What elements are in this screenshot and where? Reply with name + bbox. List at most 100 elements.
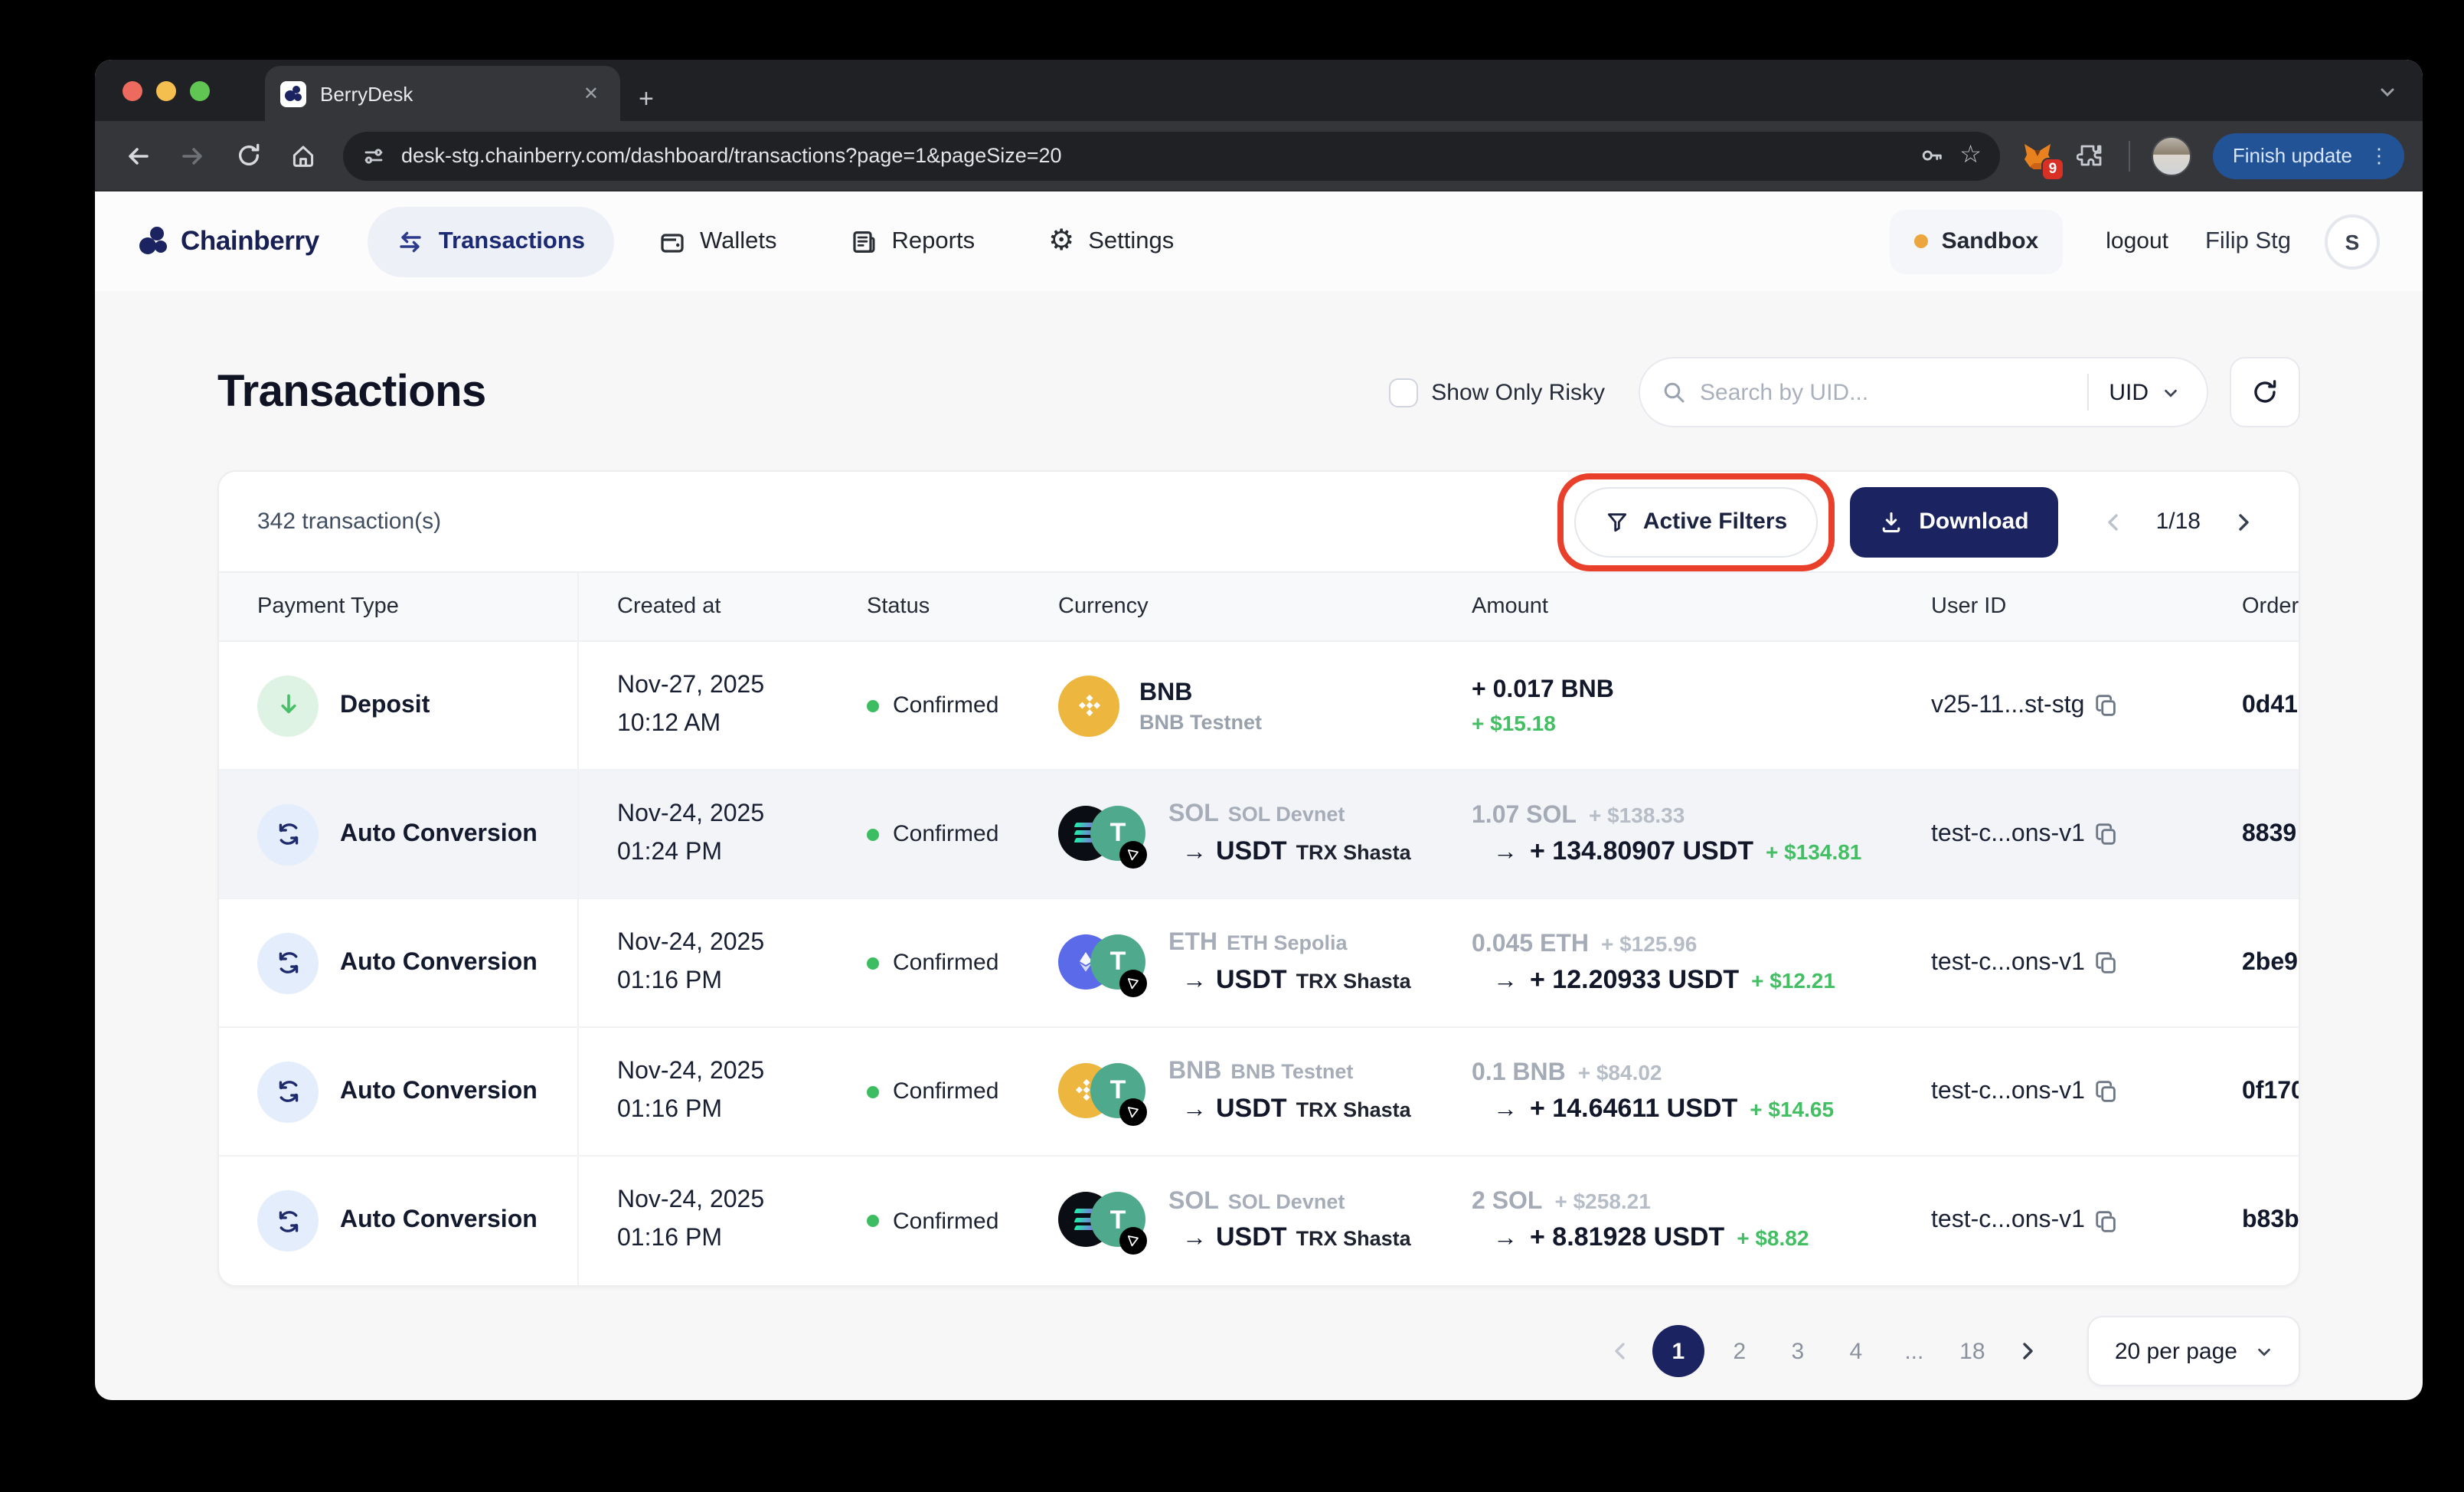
currency-cell: BNB BNB Testnet [1020, 642, 1433, 769]
pagination-page-1[interactable]: 1 [1652, 1325, 1704, 1377]
browser-profile-avatar[interactable] [2151, 136, 2191, 175]
active-filters-label: Active Filters [1642, 509, 1788, 535]
tab-search-chevron-icon[interactable] [2371, 75, 2404, 109]
tron-network-badge-icon [1119, 1227, 1147, 1255]
forward-icon[interactable] [168, 131, 217, 180]
url-text[interactable]: desk-stg.chainberry.com/dashboard/transa… [401, 144, 1903, 167]
nav-label: Wallets [700, 227, 777, 254]
table-row[interactable]: Auto Conversion Nov-24, 2025 01:24 PM Confi… [219, 771, 2299, 899]
metamask-extension-icon[interactable]: 9 [2015, 133, 2064, 180]
browser-window: BerryDesk ✕ + desk-stg.chainberry.com/da… [95, 60, 2423, 1400]
payment-type-label: Auto Conversion [340, 820, 538, 846]
nav-label: Settings [1088, 227, 1175, 254]
order-id-text: 0d41 [2242, 692, 2298, 718]
bookmark-star-icon[interactable]: ☆ [1959, 142, 1982, 168]
pagination-page-18[interactable]: 18 [1949, 1325, 1995, 1377]
swap-arrows-icon [397, 227, 425, 255]
search-field-select[interactable]: UID [2103, 379, 2185, 405]
new-tab-button[interactable]: + [620, 78, 672, 121]
url-bar[interactable]: desk-stg.chainberry.com/dashboard/transa… [343, 131, 2000, 180]
table-row[interactable]: Auto Conversion Nov-24, 2025 01:16 PM Confi… [219, 1028, 2299, 1157]
user-id-text: test-c...ons-v1 [1931, 949, 2085, 975]
logout-link[interactable]: logout [2106, 228, 2168, 254]
copy-icon[interactable] [2094, 1078, 2120, 1104]
sandbox-dot-icon [1913, 234, 1928, 248]
amount-cell: 2 SOL + $258.21 → + 8.81928 USDT + $8.82 [1433, 1157, 1893, 1285]
extensions-puzzle-icon[interactable] [2067, 133, 2113, 178]
close-window-button[interactable] [123, 80, 142, 100]
created-at: Nov-24, 2025 01:24 PM [617, 800, 765, 865]
table-row[interactable]: Auto Conversion Nov-24, 2025 01:16 PM Confi… [219, 899, 2299, 1028]
reload-icon[interactable] [224, 131, 273, 180]
pager-prev-icon[interactable] [2096, 505, 2130, 538]
active-filters-wrap: Active Filters [1557, 473, 1835, 571]
browser-titlebar: BerryDesk ✕ + [95, 60, 2423, 121]
browser-tab[interactable]: BerryDesk ✕ [265, 66, 620, 121]
user-id-cell: test-c...ons-v1 [1893, 1157, 2204, 1285]
card-toolbar: 342 transaction(s) Active Filters Downlo… [219, 472, 2299, 571]
coin-bnb-icon [1058, 675, 1119, 736]
currency-cell: T ETH ETH Sepolia → USDT TRX Shasta [1020, 899, 1433, 1026]
deposit-arrow-icon [257, 675, 319, 736]
status-cell: Confirmed [828, 1028, 1020, 1155]
active-filters-button[interactable]: Active Filters [1573, 486, 1819, 557]
user-avatar[interactable]: S [2325, 214, 2380, 269]
copy-icon[interactable] [2093, 692, 2119, 718]
back-icon[interactable] [113, 131, 162, 180]
show-only-risky-control: Show Only Risky [1388, 378, 1605, 407]
finish-update-button[interactable]: Finish update ⋮ [2212, 133, 2404, 178]
to-amount: → + 12.20933 USDT + $12.21 [1493, 964, 1835, 994]
currency-cell: T BNB BNB Testnet → USDT TRX Shasta [1020, 1028, 1433, 1155]
nav-item-settings[interactable]: ⚙ Settings [1019, 206, 1203, 276]
minimize-window-button[interactable] [156, 80, 176, 100]
status-badge: Confirmed [867, 1078, 998, 1104]
user-id-text: test-c...ons-v1 [1931, 1078, 2085, 1104]
refresh-button[interactable] [2230, 357, 2300, 427]
maximize-window-button[interactable] [190, 80, 210, 100]
per-page-select[interactable]: 20 per page [2087, 1316, 2300, 1386]
pagination-prev-icon[interactable] [1600, 1331, 1640, 1371]
pager-next-icon[interactable] [2227, 505, 2260, 538]
copy-icon[interactable] [2094, 1208, 2120, 1234]
nav-item-wallets[interactable]: Wallets [629, 206, 806, 276]
from-currency: SOL SOL Devnet [1168, 1188, 1345, 1215]
site-settings-icon[interactable] [361, 143, 386, 168]
transaction-count: 342 transaction(s) [257, 509, 442, 535]
status-label: Confirmed [893, 821, 999, 847]
chevron-down-icon [2165, 388, 2177, 397]
payment-type-cell: Auto Conversion [219, 899, 579, 1026]
pagination-page-2[interactable]: 2 [1717, 1325, 1763, 1377]
created-at: Nov-24, 2025 01:16 PM [617, 1058, 765, 1122]
created-at: Nov-27, 2025 10:12 AM [617, 672, 765, 736]
status-cell: Confirmed [828, 642, 1020, 769]
copy-icon[interactable] [2094, 821, 2120, 847]
nav-item-reports[interactable]: Reports [822, 206, 1005, 276]
payment-type-label: Auto Conversion [340, 1207, 538, 1233]
column-header-created-at: Created at [617, 594, 721, 619]
order-cell: 2be9 [2204, 899, 2299, 1026]
user-id-cell: test-c...ons-v1 [1893, 1028, 2204, 1155]
show-only-risky-checkbox[interactable] [1388, 378, 1418, 407]
pagination-page-4[interactable]: 4 [1833, 1325, 1879, 1377]
currency-text: BNB BNB Testnet → USDT TRX Shasta [1168, 1055, 1411, 1127]
home-icon[interactable] [279, 131, 328, 180]
tab-close-icon[interactable]: ✕ [577, 80, 605, 107]
status-dot-icon [867, 957, 879, 969]
nav-item-transactions[interactable]: Transactions [368, 206, 615, 276]
to-amount: → + 8.81928 USDT + $8.82 [1493, 1222, 1809, 1252]
show-only-risky-label: Show Only Risky [1431, 379, 1605, 405]
pagination-next-icon[interactable] [2008, 1331, 2047, 1371]
password-key-icon[interactable] [1918, 142, 1944, 169]
download-button[interactable]: Download [1850, 486, 2058, 557]
table-row[interactable]: Auto Conversion Nov-24, 2025 01:16 PM Confi… [219, 1157, 2299, 1285]
browser-menu-kebab-icon[interactable]: ⋮ [2364, 143, 2394, 168]
status-cell: Confirmed [828, 1157, 1020, 1285]
table-row[interactable]: Deposit Nov-27, 2025 10:12 AM Confirmed BNB B… [219, 642, 2299, 771]
order-cell: 0f170 [2204, 1028, 2299, 1155]
copy-icon[interactable] [2094, 950, 2120, 976]
search-input[interactable] [1700, 379, 2074, 405]
tron-network-badge-icon [1119, 1098, 1147, 1125]
pagination-page-3[interactable]: 3 [1775, 1325, 1821, 1377]
coin-network: BNB Testnet [1139, 710, 1263, 734]
brand-logo[interactable]: Chainberry [138, 224, 319, 258]
